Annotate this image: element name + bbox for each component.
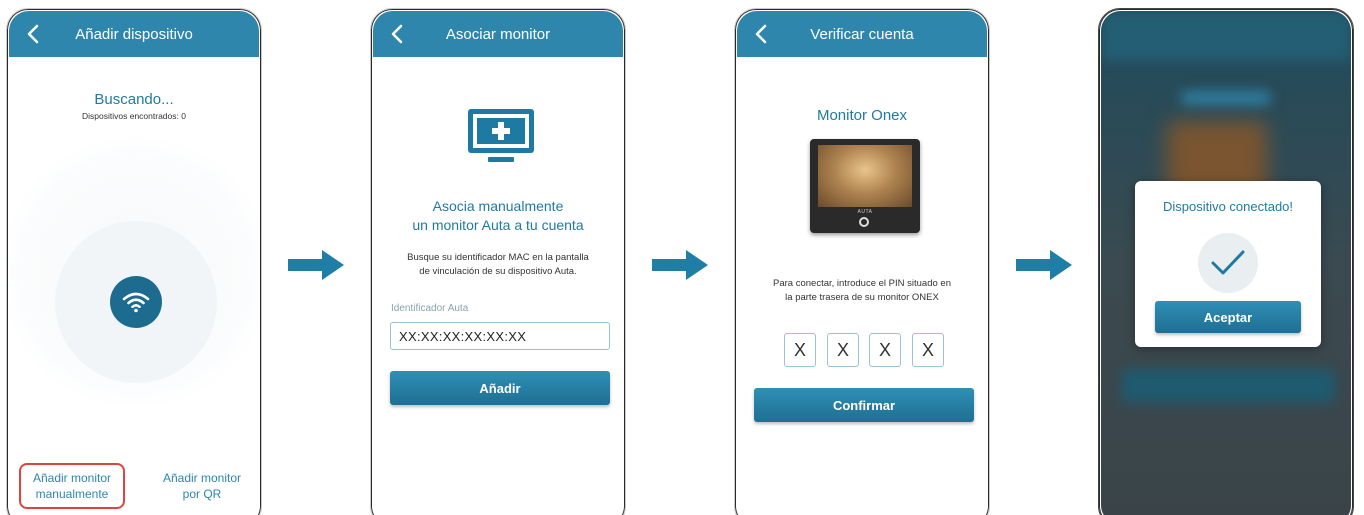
arrow-right-icon — [288, 250, 344, 280]
back-icon — [755, 24, 767, 44]
confirm-button[interactable]: Confirmar — [754, 388, 974, 422]
manual-label-line2: manualmente — [35, 487, 109, 501]
screen-associate-monitor: Asociar monitor Asocia manualmente un mo… — [370, 8, 626, 515]
screen-add-device: Añadir dispositivo Buscando... Dispositi… — [6, 8, 262, 515]
page-title: Verificar cuenta — [810, 25, 914, 43]
auta-id-input[interactable]: XX:XX:XX:XX:XX:XX — [390, 322, 610, 350]
pin-digit-4[interactable]: X — [912, 333, 944, 367]
heading-line1: Asocia manualmente — [432, 198, 564, 214]
header: Añadir dispositivo — [9, 11, 259, 57]
back-icon — [391, 24, 403, 44]
arrow-right-icon — [1016, 250, 1072, 280]
dialog-title: Dispositivo conectado! — [1162, 199, 1294, 214]
manual-label-line1: Añadir monitor — [32, 471, 112, 485]
pin-digit-1[interactable]: X — [784, 333, 816, 367]
device-name-heading: Monitor Onex — [816, 107, 908, 124]
monitor-brand: AUTA — [857, 209, 873, 215]
screen-device-connected: Dispositivo conectado! Aceptar — [1098, 8, 1354, 515]
heading-line2: un monitor Auta a tu cuenta — [412, 217, 584, 233]
header: Asociar monitor — [373, 11, 623, 57]
pin-desc-line1: Para conectar, introduce el PIN situado … — [773, 278, 951, 289]
header: Verificar cuenta — [737, 11, 987, 57]
monitor-image: AUTA — [810, 139, 920, 233]
arrow-right-icon — [652, 250, 708, 280]
back-icon — [27, 24, 39, 44]
blurred-title — [1181, 91, 1271, 105]
blurred-button — [1121, 369, 1335, 403]
back-button[interactable] — [23, 22, 43, 46]
checkmark-icon — [1211, 250, 1245, 275]
wifi-icon — [122, 292, 150, 313]
monitor-screen — [818, 145, 912, 207]
page-title: Añadir dispositivo — [75, 25, 193, 43]
accept-button[interactable]: Aceptar — [1155, 301, 1301, 333]
qr-label-line1: Añadir monitor — [162, 471, 242, 485]
blurred-header — [1101, 11, 1351, 61]
pin-digit-3[interactable]: X — [869, 333, 901, 367]
pin-desc-line2: la parte trasera de su monitor ONEX — [785, 292, 939, 303]
back-button[interactable] — [751, 22, 771, 46]
pin-digit-2[interactable]: X — [827, 333, 859, 367]
desc-line2: de vinculación de su dispositivo Auta. — [419, 266, 577, 277]
add-button[interactable]: Añadir — [390, 371, 610, 405]
add-monitor-manually-button[interactable]: Añadir monitor manualmente — [19, 463, 125, 509]
success-circle — [1198, 233, 1258, 293]
desc-line1: Busque su identificador MAC en la pantal… — [407, 252, 589, 263]
auta-id-value: XX:XX:XX:XX:XX:XX — [399, 328, 527, 344]
devices-found-count: Dispositivos encontrados: 0 — [82, 111, 186, 121]
heading: Asocia manualmente un monitor Auta a tu … — [373, 197, 623, 235]
auta-id-label: Identificador Auta — [391, 303, 469, 314]
pin-description: Para conectar, introduce el PIN situado … — [737, 277, 987, 305]
search-status: Buscando... — [94, 91, 174, 108]
page-title: Asociar monitor — [445, 25, 551, 43]
monitor-add-icon — [468, 109, 534, 162]
description: Busque su identificador MAC en la pantal… — [373, 251, 623, 279]
add-monitor-qr-button[interactable]: Añadir monitor por QR — [149, 470, 255, 510]
wifi-button — [110, 276, 162, 328]
monitor-button — [859, 217, 869, 227]
qr-label-line2: por QR — [182, 487, 222, 501]
back-button[interactable] — [387, 22, 407, 46]
connected-dialog: Dispositivo conectado! Aceptar — [1135, 181, 1321, 347]
screen-verify-account: Verificar cuenta Monitor Onex AUTA Para … — [734, 8, 990, 515]
